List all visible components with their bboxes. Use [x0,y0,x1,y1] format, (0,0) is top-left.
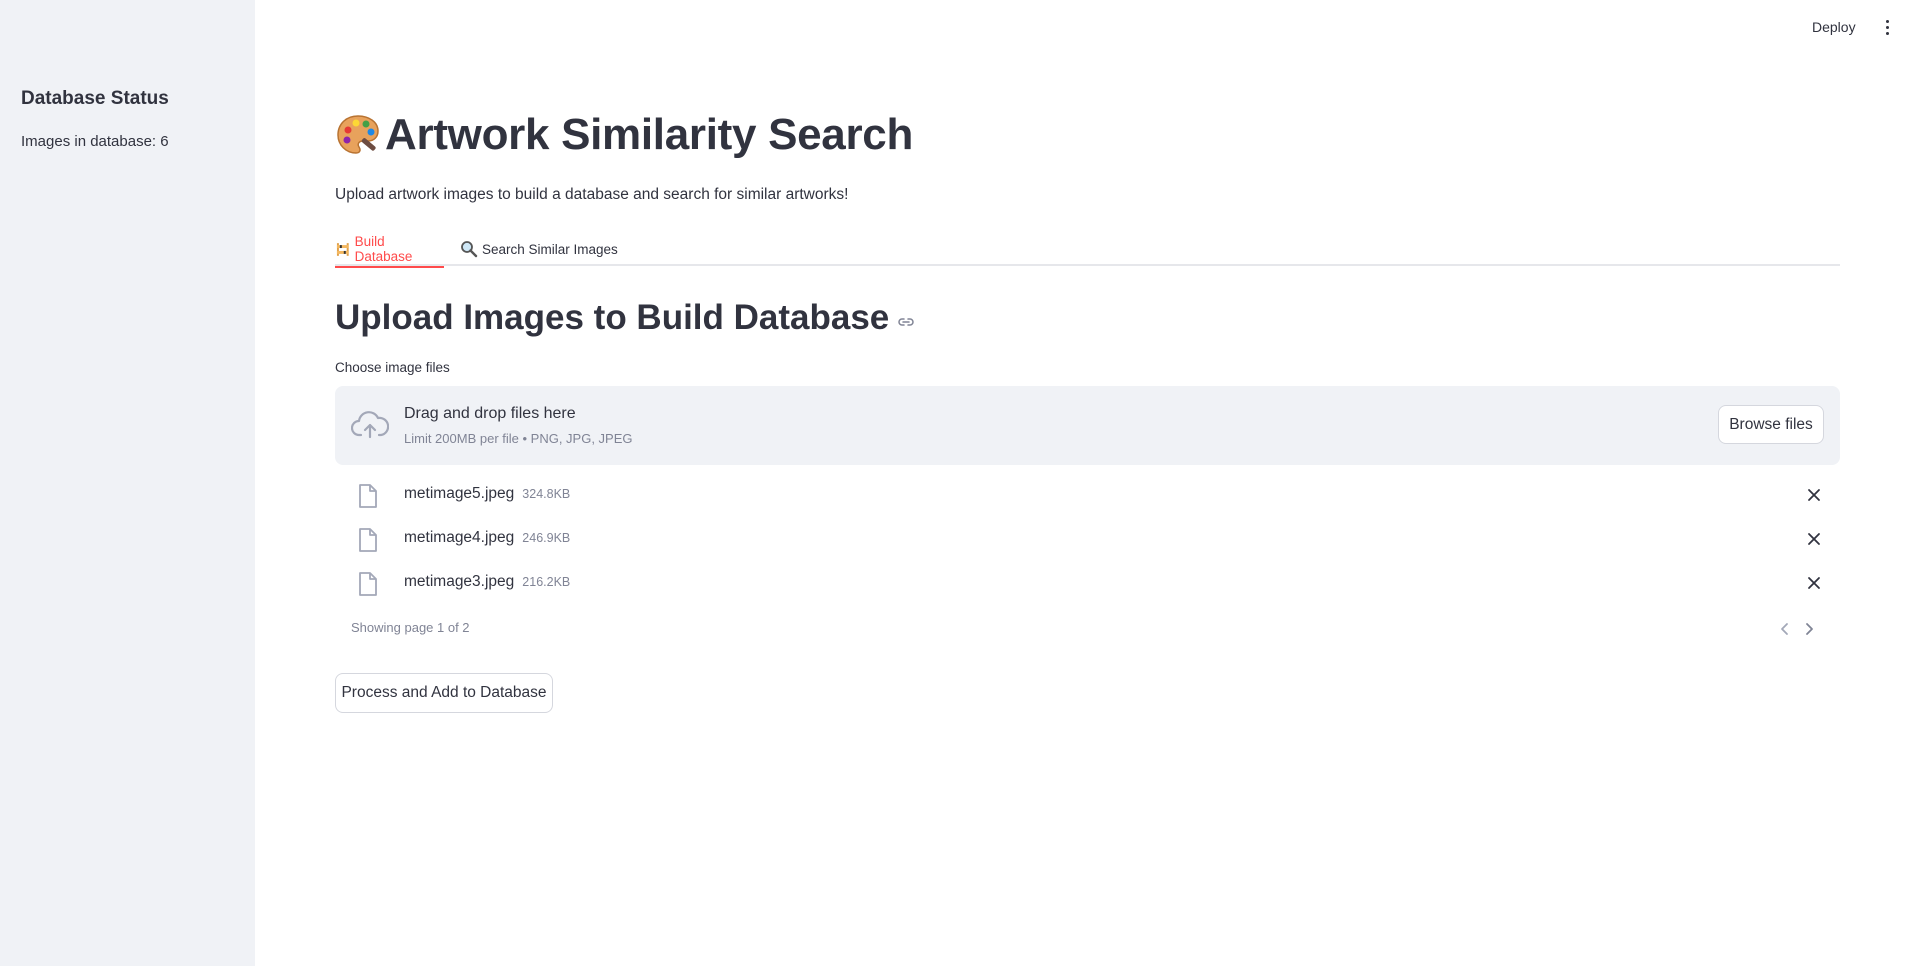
file-icon [359,484,377,508]
uploaded-file-row: metimage4.jpeg 246.9KB [335,519,1840,559]
main-content: Artwork Similarity Search Upload artwork… [335,0,1840,966]
remove-file-icon[interactable] [1805,486,1823,504]
file-size: 246.9KB [522,531,571,545]
tab-search-similar-images[interactable]: Search Similar Images [460,230,618,266]
kebab-menu-icon[interactable] [1876,15,1898,39]
dropzone-limit: Limit 200MB per file • PNG, JPG, JPEG [404,431,633,446]
file-size: 324.8KB [522,487,571,501]
pagination-status: Showing page 1 of 2 [351,620,470,635]
page-subtitle: Upload artwork images to build a databas… [335,186,849,203]
file-name: metimage3.jpeg [404,573,515,590]
sidebar-title: Database Status [21,88,169,109]
page-title: Artwork Similarity Search [335,110,913,160]
section-title-text: Upload Images to Build Database [335,298,890,337]
page-title-text: Artwork Similarity Search [385,110,914,159]
file-dropzone[interactable]: Drag and drop files here Limit 200MB per… [335,386,1840,465]
sidebar: Database Status Images in database: 6 [0,0,255,966]
file-name: metimage5.jpeg [404,485,515,502]
process-and-add-button[interactable]: Process and Add to Database [335,673,553,713]
tab-bar: Build Database Search Similar Images [335,230,1840,268]
file-size: 216.2KB [522,575,571,589]
link-icon[interactable] [897,313,915,331]
tab-build-database[interactable]: Build Database [335,230,444,268]
uploaded-file-row: metimage3.jpeg 216.2KB [335,563,1840,603]
tab-search-similar-images-label: Search Similar Images [482,241,618,257]
app-root: Database Status Images in database: 6 De… [0,0,1919,966]
remove-file-icon[interactable] [1805,574,1823,592]
construction-icon [336,243,349,256]
section-title: Upload Images to Build Database [335,298,915,338]
dropzone-title: Drag and drop files here [404,405,576,422]
file-name: metimage4.jpeg [404,529,515,546]
file-uploader-label: Choose image files [335,360,450,375]
remove-file-icon[interactable] [1805,530,1823,548]
palette-icon [337,115,379,154]
magnifier-icon [461,241,478,258]
chevron-left-icon[interactable] [1777,620,1793,638]
cloud-upload-icon [351,411,389,439]
chevron-right-icon[interactable] [1801,620,1817,638]
uploaded-file-row: metimage5.jpeg 324.8KB [335,475,1840,515]
tab-build-database-label: Build Database [354,234,413,264]
database-count: Images in database: 6 [21,133,169,150]
file-icon [359,528,377,552]
file-icon [359,572,377,596]
browse-files-button[interactable]: Browse files [1718,405,1824,444]
